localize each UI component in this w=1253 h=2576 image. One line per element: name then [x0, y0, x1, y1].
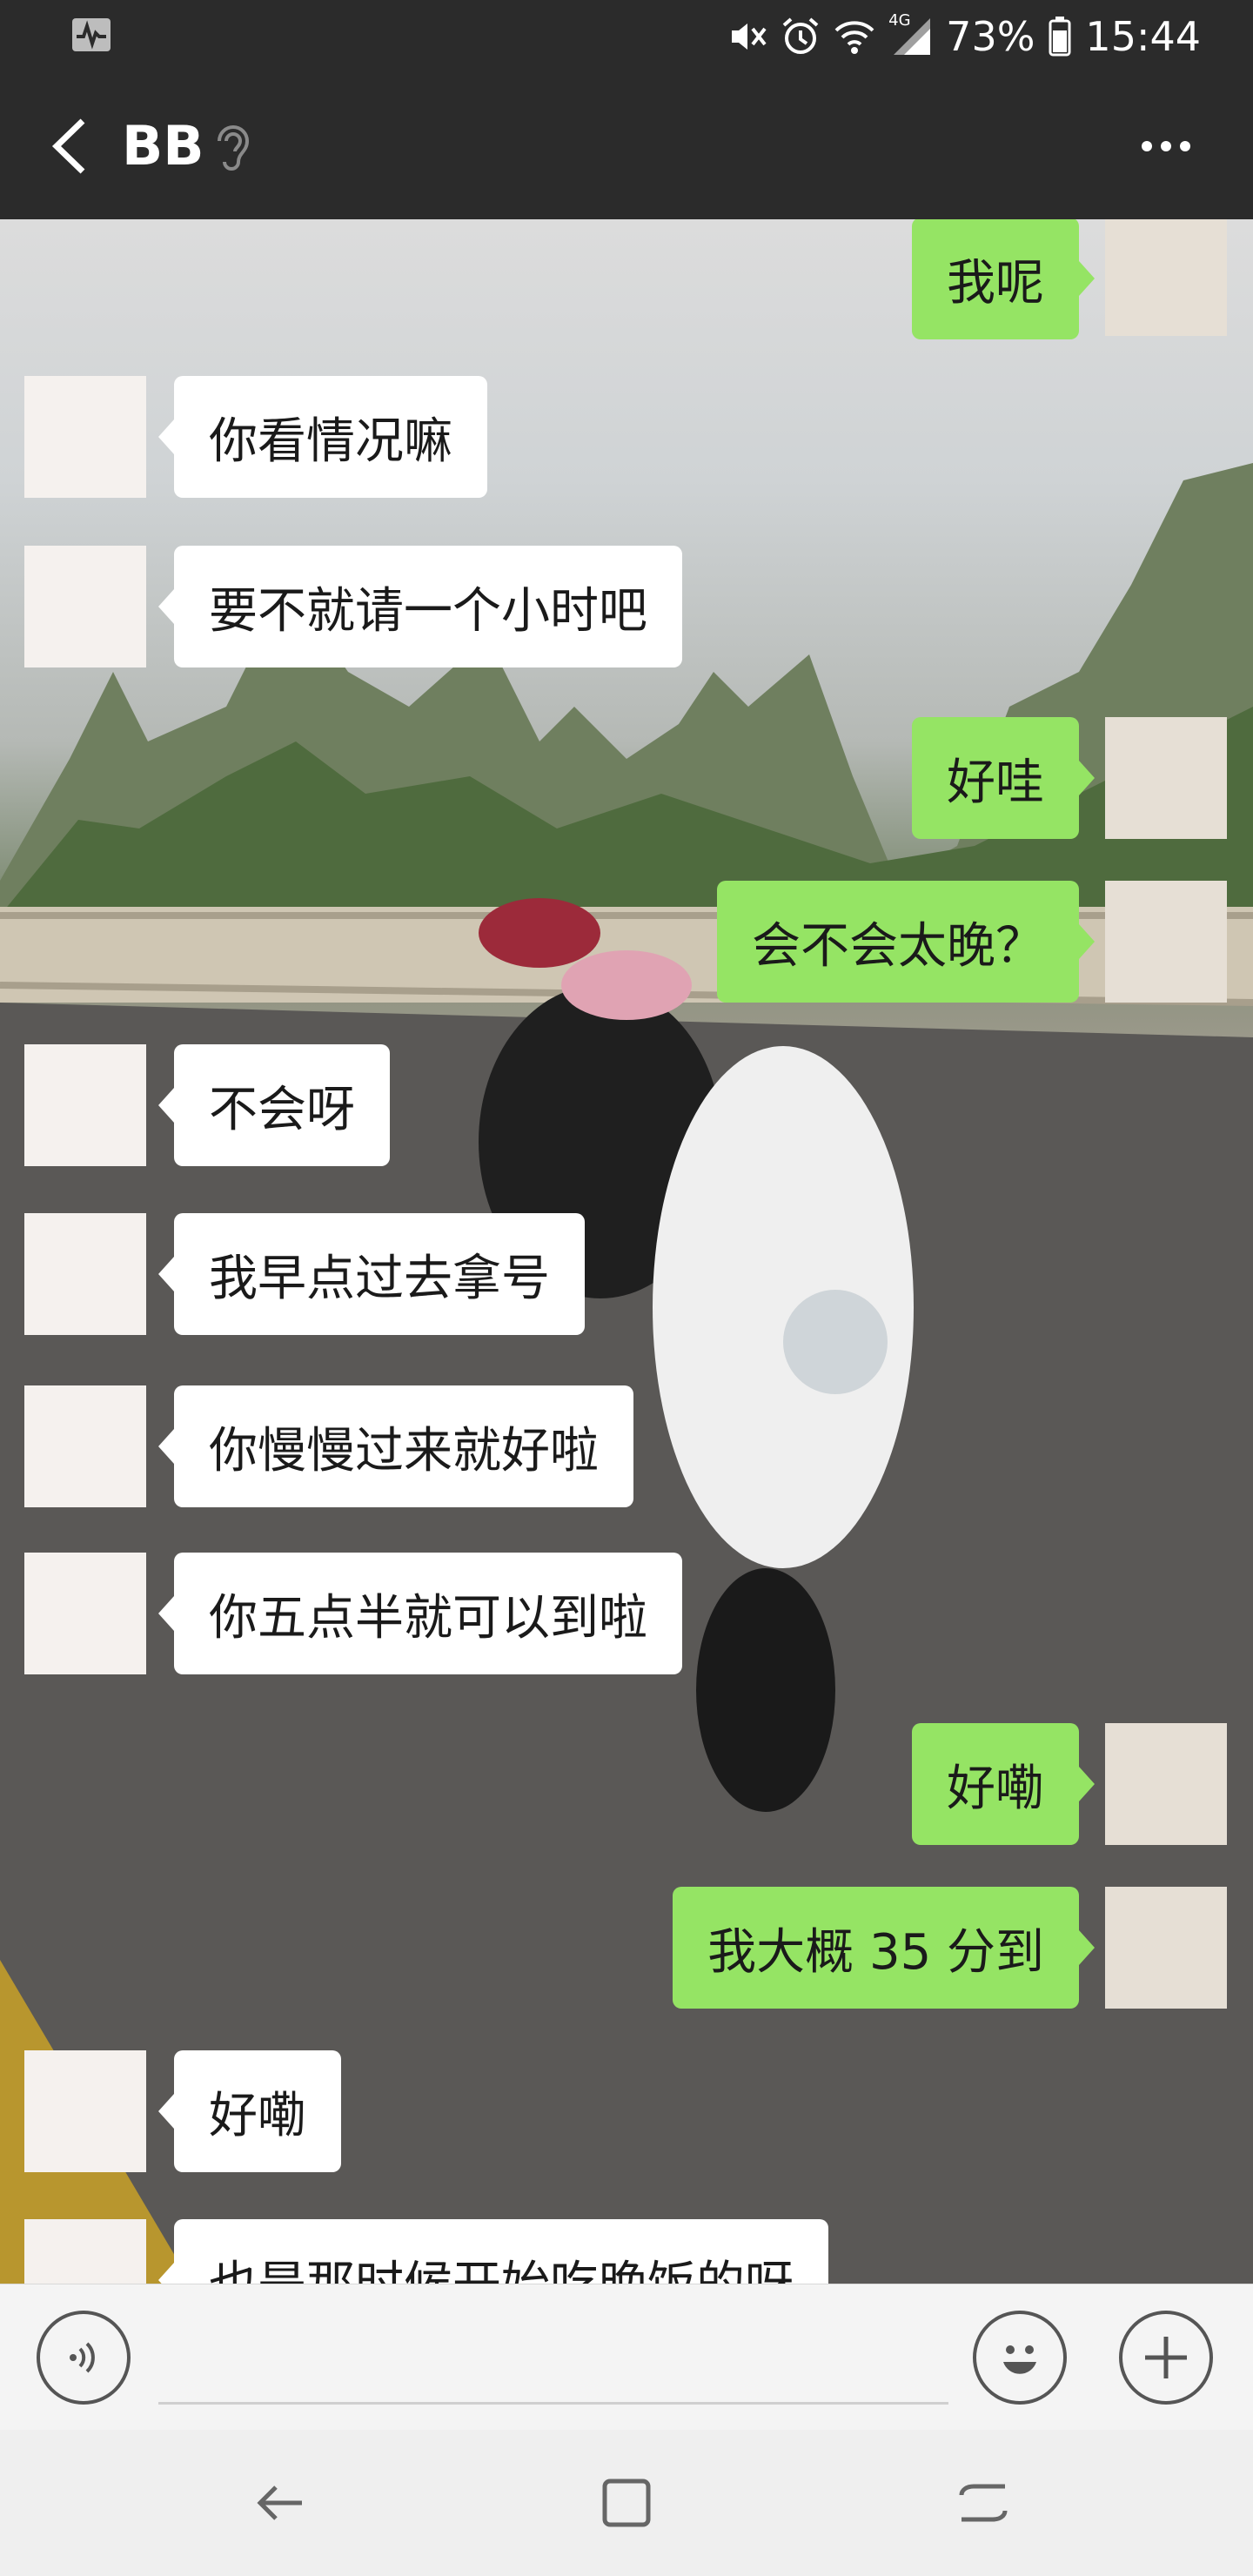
message-row: 好哇 — [0, 717, 1253, 839]
avatar[interactable] — [24, 1385, 146, 1507]
received-bubble[interactable]: 要不就请一个小时吧 — [158, 546, 682, 667]
battery-icon — [1049, 17, 1071, 57]
received-bubble[interactable]: 你五点半就可以到啦 — [158, 1553, 682, 1674]
message-row: 好嘞 — [0, 2050, 1253, 2172]
received-bubble[interactable]: 你慢慢过来就好啦 — [158, 1385, 633, 1507]
chat-title: BB — [122, 114, 204, 178]
avatar[interactable] — [24, 1213, 146, 1335]
avatar[interactable] — [1105, 1723, 1227, 1845]
avatar[interactable] — [24, 376, 146, 498]
mute-icon — [732, 23, 767, 50]
message-row: 你慢慢过来就好啦 — [0, 1385, 1253, 1507]
avatar[interactable] — [24, 2219, 146, 2284]
back-arrow-icon — [51, 118, 85, 174]
message-row: 会不会太晚？ — [0, 881, 1253, 1003]
message-row: 我呢 — [0, 219, 1253, 341]
nav-back-icon — [257, 2485, 302, 2520]
sent-bubble[interactable]: 我呢 — [912, 219, 1095, 339]
network-label: 4G — [888, 11, 911, 30]
message-row: 好嘞 — [0, 1723, 1253, 1845]
home-switch-icon — [959, 2484, 1008, 2522]
sent-bubble[interactable]: 好哇 — [912, 717, 1095, 839]
more-button[interactable] — [1122, 120, 1209, 172]
navigation-bar — [0, 2430, 1253, 2576]
activity-icon — [71, 17, 111, 56]
alarm-icon — [782, 17, 819, 54]
sent-bubble[interactable]: 我大概 35 分到 — [673, 1887, 1095, 2009]
battery-percent: 73% — [946, 13, 1035, 60]
message-row: 你看情况嘛 — [0, 376, 1253, 498]
received-bubble[interactable]: 好嘞 — [158, 2050, 341, 2172]
status-icons: 4G 73% 15:44 — [727, 9, 1201, 64]
signal-icon: 4G — [888, 11, 932, 57]
avatar[interactable] — [24, 2050, 146, 2172]
status-bar: 4G 73% 15:44 — [0, 0, 1253, 73]
message-row: 也是那时候开始吃晚饭的呀 — [0, 2219, 1253, 2284]
avatar[interactable] — [24, 1553, 146, 1674]
message-row: 我大概 35 分到 — [0, 1887, 1253, 2009]
avatar[interactable] — [1105, 717, 1227, 839]
recents-button[interactable] — [592, 2468, 661, 2538]
avatar[interactable] — [24, 1044, 146, 1166]
message-row: 不会呀 — [0, 1044, 1253, 1166]
received-bubble[interactable]: 也是那时候开始吃晚饭的呀 — [158, 2219, 828, 2284]
wifi-icon — [834, 21, 874, 54]
plus-button[interactable] — [1119, 2311, 1213, 2405]
back-button[interactable] — [35, 111, 104, 181]
emoji-button[interactable] — [973, 2311, 1067, 2405]
plus-icon — [1145, 2337, 1187, 2378]
chat-header: BB — [0, 73, 1253, 219]
home-switch-button[interactable] — [948, 2468, 1018, 2538]
emoji-icon — [1003, 2345, 1036, 2374]
voice-button[interactable] — [37, 2311, 131, 2405]
received-bubble[interactable]: 不会呀 — [158, 1044, 390, 1166]
ear-icon[interactable] — [209, 120, 254, 178]
received-bubble[interactable]: 我早点过去拿号 — [158, 1213, 585, 1335]
nav-back-button[interactable] — [244, 2468, 313, 2538]
received-bubble[interactable]: 你看情况嘛 — [158, 376, 487, 498]
clock: 15:44 — [1085, 13, 1201, 60]
avatar[interactable] — [1105, 881, 1227, 1003]
avatar[interactable] — [1105, 219, 1227, 336]
sent-bubble[interactable]: 好嘞 — [912, 1723, 1095, 1845]
avatar[interactable] — [24, 546, 146, 667]
recents-icon — [602, 2479, 651, 2527]
chat-area[interactable]: 我呢 你看情况嘛 要不就请一个小时吧 好哇 会不会太晚？ 不会呀 我早点过去拿号… — [0, 219, 1253, 2284]
more-icon — [1142, 141, 1152, 151]
message-row: 要不就请一个小时吧 — [0, 546, 1253, 667]
sent-bubble[interactable]: 会不会太晚？ — [717, 881, 1095, 1003]
message-input[interactable] — [158, 2311, 948, 2405]
avatar[interactable] — [1105, 1887, 1227, 2009]
input-bar — [0, 2284, 1253, 2431]
message-row: 我早点过去拿号 — [0, 1213, 1253, 1335]
voice-icon — [70, 2342, 95, 2373]
message-row: 你五点半就可以到啦 — [0, 1553, 1253, 1674]
